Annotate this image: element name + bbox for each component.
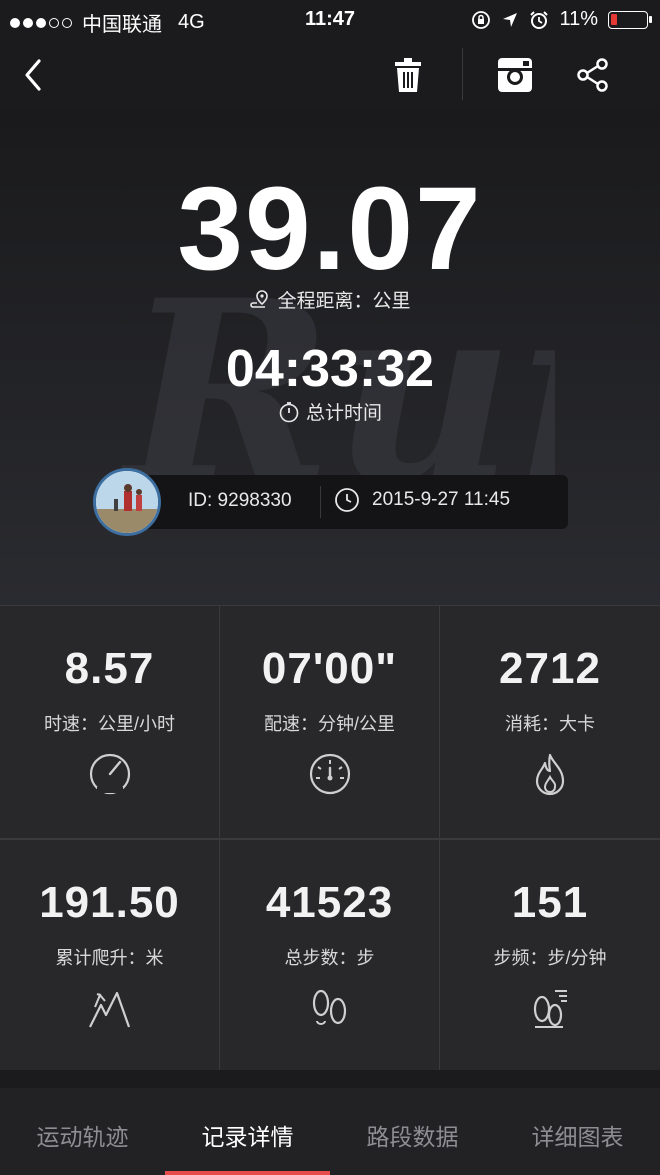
avatar-photo <box>96 471 158 533</box>
stat-label: 消耗：大卡 <box>505 714 595 734</box>
duration-label-row: 总计时间 <box>0 398 660 425</box>
stats-grid: 8.57 时速：公里/小时 07'00" 配速：分钟/公里 2712 消耗：大卡… <box>0 605 660 1071</box>
tab-segments[interactable]: 路段数据 <box>330 1088 495 1175</box>
stat-value: 2712 <box>499 644 601 693</box>
record-datetime-row: 2015-9-27 11:45 <box>334 487 510 513</box>
distance-label: 全程距离：公里 <box>277 291 411 312</box>
stat-label: 时速：公里/小时 <box>43 714 175 734</box>
tab-track[interactable]: 运动轨迹 <box>0 1088 165 1175</box>
stat-label: 总步数：步 <box>284 948 375 968</box>
stat-label: 配速：分钟/公里 <box>263 714 395 734</box>
battery-percent: 11% <box>559 8 598 30</box>
stat-calories: 2712 消耗：大卡 <box>440 606 660 838</box>
stat-label: 累计爬升：米 <box>55 948 164 968</box>
stat-speed: 8.57 时速：公里/小时 <box>0 606 219 838</box>
stat-label: 步频：步/分钟 <box>493 948 607 968</box>
tab-record-details[interactable]: 记录详情 <box>165 1088 330 1175</box>
summary-hero: Run 39.07 全程距离：公里 04:33:32 总计时间 ID: 9298… <box>0 110 660 605</box>
record-id: ID: 9298330 <box>188 490 292 511</box>
flame-icon <box>535 753 565 796</box>
share-button[interactable] <box>568 50 618 100</box>
instagram-button[interactable] <box>490 50 540 100</box>
stat-steps: 41523 总步数：步 <box>220 840 439 1071</box>
tab-label: 运动轨迹 <box>36 1124 129 1150</box>
stopwatch-icon <box>279 401 299 422</box>
stat-elevation: 191.50 累计爬升：米 <box>0 840 219 1071</box>
bottom-tab-bar: 运动轨迹 记录详情 路段数据 详细图表 <box>0 1088 660 1175</box>
clock-icon <box>335 488 359 512</box>
back-button[interactable] <box>8 50 58 100</box>
stat-value: 8.57 <box>64 644 155 693</box>
tab-label: 路段数据 <box>366 1124 459 1150</box>
stat-cadence: 151 步频：步/分钟 <box>440 840 660 1071</box>
record-datetime: 2015-9-27 11:45 <box>372 489 511 510</box>
top-toolbar <box>0 40 660 110</box>
orientation-lock-icon <box>472 10 491 29</box>
pace-gauge-icon <box>309 753 350 795</box>
footprints-icon <box>312 989 346 1025</box>
tab-label: 记录详情 <box>201 1124 294 1150</box>
share-icon <box>577 58 608 92</box>
duration-label: 总计时间 <box>305 403 382 424</box>
active-tab-indicator <box>165 1171 330 1175</box>
duration-value: 04:33:32 <box>225 340 435 398</box>
status-bar: 中国联通 4G 11:47 11% <box>0 0 660 40</box>
stat-pace: 07'00" 配速：分钟/公里 <box>220 606 439 838</box>
status-right: 11% <box>471 8 652 31</box>
toolbar-divider <box>462 48 463 100</box>
tab-charts[interactable]: 详细图表 <box>495 1088 660 1175</box>
climb-icon <box>88 991 130 1028</box>
stat-value: 07'00" <box>261 644 398 693</box>
cadence-icon <box>533 990 567 1028</box>
stat-value: 191.50 <box>39 878 180 927</box>
stat-value: 151 <box>511 878 589 927</box>
distance-label-row: 全程距离：公里 <box>0 286 660 313</box>
stat-value: 41523 <box>265 878 394 927</box>
meta-divider <box>320 486 321 518</box>
battery-icon <box>608 10 652 29</box>
tab-label: 详细图表 <box>531 1124 624 1150</box>
location-arrow-icon <box>503 12 518 27</box>
trash-icon <box>395 58 421 92</box>
speedometer-icon <box>89 753 130 795</box>
back-icon <box>25 59 41 91</box>
delete-button[interactable] <box>383 50 433 100</box>
avatar[interactable] <box>93 468 161 536</box>
alarm-icon <box>530 10 549 29</box>
tabs-spacer <box>0 1070 660 1088</box>
distance-value: 39.07 <box>177 163 483 295</box>
instagram-icon <box>498 58 532 92</box>
route-pin-icon <box>250 289 269 308</box>
